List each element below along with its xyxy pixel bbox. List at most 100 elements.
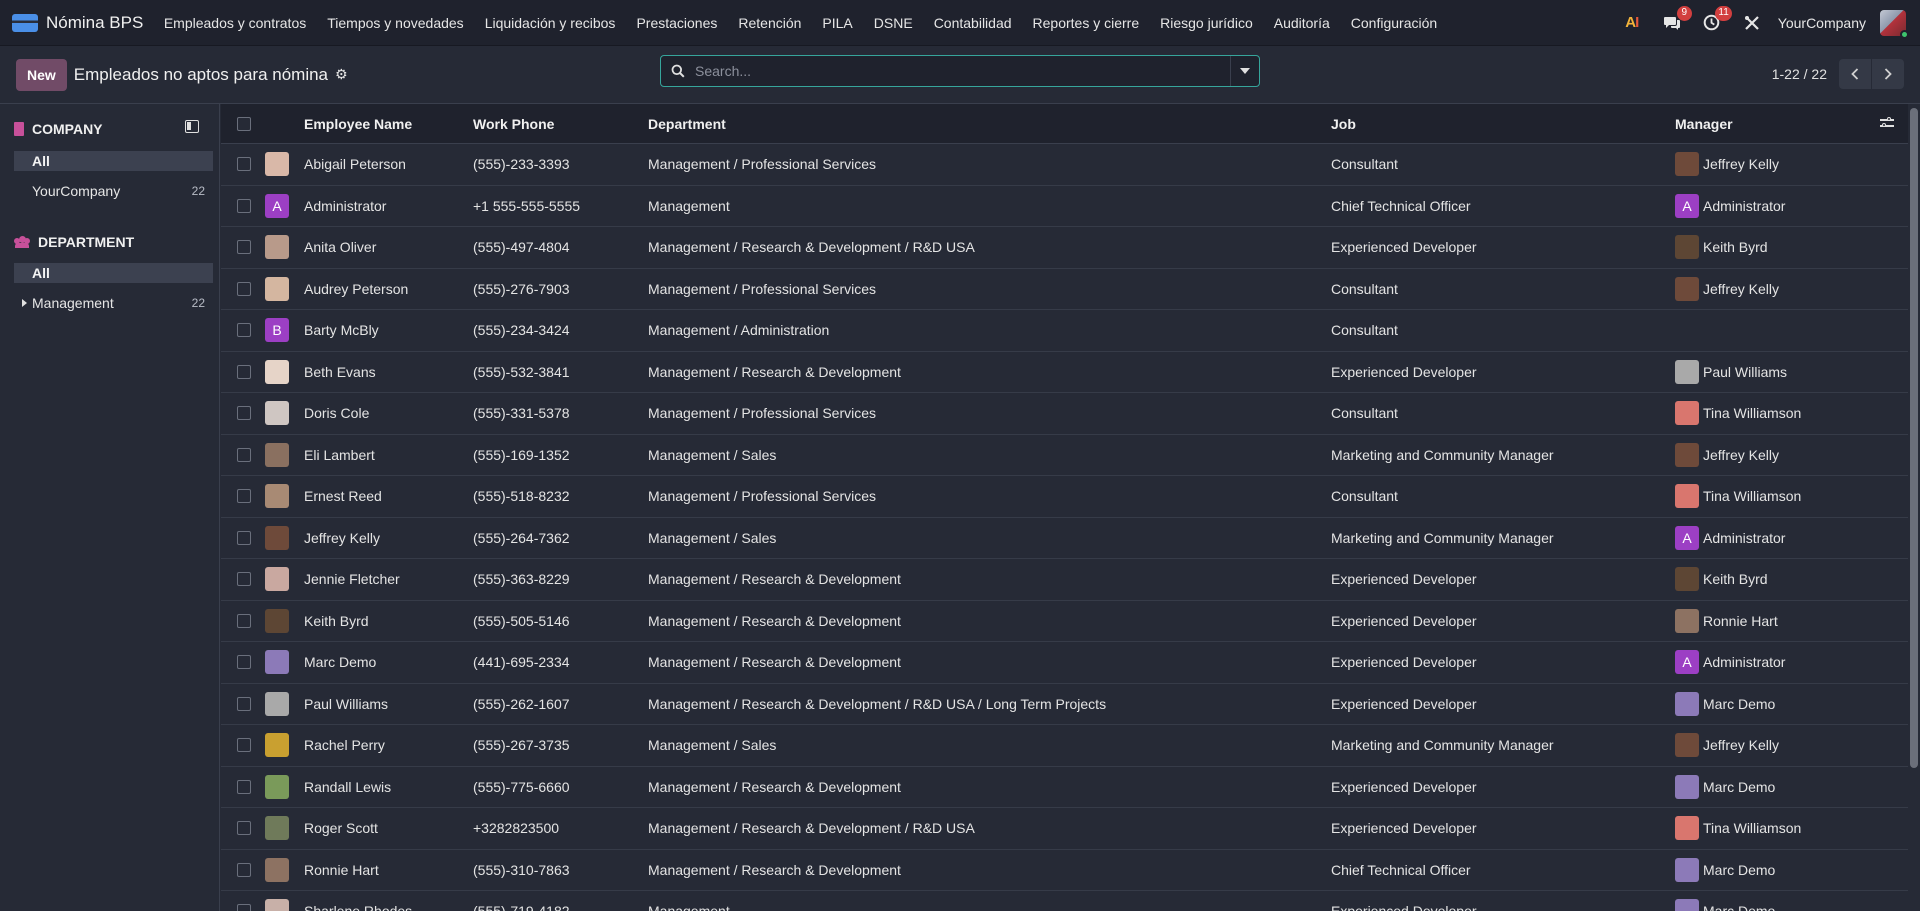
manager-avatar[interactable] — [1675, 774, 1699, 799]
sidebar-toggle-icon[interactable] — [185, 120, 199, 133]
manager-avatar[interactable] — [1675, 816, 1699, 841]
select-all-checkbox[interactable] — [237, 116, 251, 131]
column-header-department[interactable]: Department — [648, 104, 1328, 143]
department[interactable]: Management — [648, 891, 1328, 911]
job-position[interactable]: Experienced Developer — [1331, 352, 1661, 393]
employee-avatar[interactable] — [265, 774, 289, 799]
manager-avatar[interactable] — [1675, 733, 1699, 758]
department[interactable]: Management / Research & Development — [648, 767, 1328, 808]
menu-reportes[interactable]: Reportes y cierre — [1022, 0, 1150, 45]
department[interactable]: Management / Sales — [648, 725, 1328, 766]
tools-icon[interactable] — [1741, 12, 1763, 34]
manager-avatar[interactable] — [1675, 608, 1699, 633]
work-phone[interactable]: (555)-264-7362 — [473, 518, 643, 559]
manager-cell[interactable]: Keith Byrd — [1675, 559, 1895, 600]
employee-avatar[interactable] — [265, 650, 289, 675]
row-checkbox[interactable] — [237, 779, 251, 794]
work-phone[interactable]: (555)-505-5146 — [473, 601, 643, 642]
search-input[interactable] — [695, 63, 1230, 79]
table-row[interactable]: Paul Williams (555)-262-1607 Management / … — [221, 684, 1908, 725]
job-position[interactable]: Experienced Developer — [1331, 808, 1661, 849]
row-checkbox[interactable] — [237, 323, 251, 338]
employee-avatar[interactable] — [265, 691, 289, 716]
menu-auditoria[interactable]: Auditoría — [1263, 0, 1340, 45]
table-row[interactable]: Sharlene Rhodes (555)-719-4182ManagementE… — [221, 891, 1908, 911]
messages-icon[interactable]: 9 — [1661, 5, 1692, 34]
department[interactable]: Management / Administration — [648, 310, 1328, 351]
manager-avatar[interactable] — [1675, 484, 1699, 509]
manager-cell[interactable]: Paul Williams — [1675, 352, 1895, 393]
company-filter-yourcompany[interactable]: YourCompany 22 — [14, 181, 213, 201]
manager-cell[interactable]: Tina Williamson — [1675, 476, 1895, 517]
row-checkbox[interactable] — [237, 530, 251, 545]
work-phone[interactable]: (555)-267-3735 — [473, 725, 643, 766]
employee-name[interactable]: Anita Oliver — [304, 227, 464, 268]
employee-name[interactable]: Jennie Fletcher — [304, 559, 464, 600]
job-position[interactable]: Consultant — [1331, 476, 1661, 517]
row-checkbox[interactable] — [237, 862, 251, 877]
table-row[interactable]: Beth Evans (555)-532-3841 Management / Res… — [221, 352, 1908, 393]
department[interactable]: Management / Research & Development — [648, 559, 1328, 600]
job-position[interactable]: Experienced Developer — [1331, 601, 1661, 642]
work-phone[interactable]: +1 555-555-5555 — [473, 186, 643, 227]
row-checkbox[interactable] — [237, 821, 251, 836]
activities-clock-icon[interactable]: 11 — [1701, 5, 1732, 34]
menu-liquidacion[interactable]: Liquidación y recibos — [474, 0, 626, 45]
work-phone[interactable]: (555)-497-4804 — [473, 227, 643, 268]
manager-avatar[interactable]: A — [1675, 525, 1699, 550]
employee-avatar[interactable] — [265, 525, 289, 550]
pager-value[interactable]: 1-22 / 22 — [1772, 66, 1827, 82]
employee-name[interactable]: Ronnie Hart — [304, 850, 464, 891]
department[interactable]: Management / Research & Development — [648, 601, 1328, 642]
app-brand-name[interactable]: Nómina BPS — [46, 13, 143, 33]
manager-cell[interactable] — [1675, 310, 1895, 351]
row-checkbox[interactable] — [237, 364, 251, 379]
work-phone[interactable]: (555)-719-4182 — [473, 891, 643, 911]
app-brand[interactable]: Nómina BPS — [0, 0, 153, 45]
job-position[interactable]: Marketing and Community Manager — [1331, 435, 1661, 476]
row-checkbox[interactable] — [237, 240, 251, 255]
job-position[interactable]: Chief Technical Officer — [1331, 186, 1661, 227]
ai-icon[interactable]: AI — [1621, 12, 1643, 34]
employee-avatar[interactable] — [265, 235, 289, 260]
employee-avatar[interactable] — [265, 152, 289, 177]
column-header-job[interactable]: Job — [1331, 104, 1661, 143]
table-row[interactable]: Doris Cole (555)-331-5378 Management / Pro… — [221, 393, 1908, 435]
employee-name[interactable]: Administrator — [304, 186, 464, 227]
menu-dsne[interactable]: DSNE — [863, 0, 923, 45]
employee-name[interactable]: Ernest Reed — [304, 476, 464, 517]
manager-cell[interactable]: A Administrator — [1675, 186, 1895, 227]
menu-tiempos[interactable]: Tiempos y novedades — [317, 0, 474, 45]
department[interactable]: Management — [648, 186, 1328, 227]
row-checkbox[interactable] — [237, 696, 251, 711]
menu-prestaciones[interactable]: Prestaciones — [626, 0, 728, 45]
employee-name[interactable]: Randall Lewis — [304, 767, 464, 808]
work-phone[interactable]: (555)-363-8229 — [473, 559, 643, 600]
row-checkbox[interactable] — [237, 406, 251, 421]
menu-empleados[interactable]: Empleados y contratos — [153, 0, 316, 45]
work-phone[interactable]: (555)-532-3841 — [473, 352, 643, 393]
work-phone[interactable]: +3282823500 — [473, 808, 643, 849]
row-checkbox[interactable] — [237, 447, 251, 462]
table-row[interactable]: Abigail Peterson (555)-233-3393 Management… — [221, 144, 1908, 186]
new-button[interactable]: New — [16, 58, 67, 91]
row-checkbox[interactable] — [237, 738, 251, 753]
manager-avatar[interactable]: A — [1675, 650, 1699, 675]
scrollbar-thumb[interactable] — [1910, 108, 1918, 768]
work-phone[interactable]: (555)-262-1607 — [473, 684, 643, 725]
manager-cell[interactable]: A Administrator — [1675, 518, 1895, 559]
employee-avatar[interactable] — [265, 733, 289, 758]
manager-avatar[interactable] — [1675, 899, 1699, 911]
work-phone[interactable]: (555)-234-3424 — [473, 310, 643, 351]
employee-name[interactable]: Doris Cole — [304, 393, 464, 434]
search-icon[interactable] — [661, 64, 695, 78]
menu-contabilidad[interactable]: Contabilidad — [923, 0, 1022, 45]
table-row[interactable]: Jennie Fletcher (555)-363-8229 Management … — [221, 559, 1908, 601]
employee-name[interactable]: Barty McBly — [304, 310, 464, 351]
employee-avatar[interactable] — [265, 401, 289, 426]
employee-name[interactable]: Sharlene Rhodes — [304, 891, 464, 911]
department[interactable]: Management / Sales — [648, 518, 1328, 559]
manager-cell[interactable]: Jeffrey Kelly — [1675, 725, 1895, 766]
job-position[interactable]: Marketing and Community Manager — [1331, 725, 1661, 766]
pager-previous-button[interactable] — [1839, 59, 1871, 89]
